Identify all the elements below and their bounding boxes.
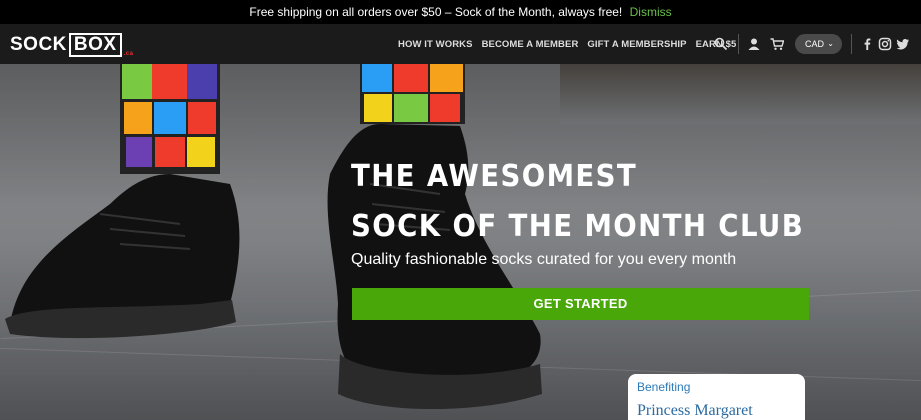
site-logo[interactable]: SOCK BOX .ca — [10, 33, 133, 57]
promo-bar: Free shipping on all orders over $50 – S… — [0, 0, 921, 24]
menu-gift-membership[interactable]: GIFT A MEMBERSHIP — [587, 39, 686, 50]
chevron-down-icon: ⌄ — [827, 39, 834, 48]
instagram-icon[interactable] — [878, 37, 892, 51]
logo-suffix: .ca — [123, 51, 134, 57]
benefit-name: Princess Margaret — [637, 402, 753, 419]
header-nav: SOCK BOX .ca HOW IT WORKS BECOME A MEMBE… — [0, 24, 921, 64]
account-icon[interactable] — [747, 37, 761, 51]
cart-icon[interactable] — [770, 37, 784, 51]
hero-title-line1: THE AWESOMEST — [351, 159, 638, 194]
benefit-card[interactable]: Benefiting Princess Margaret — [628, 374, 805, 420]
logo-text-box: BOX — [68, 33, 122, 57]
currency-select[interactable]: CAD ⌄ — [795, 34, 842, 54]
hero-title: THE AWESOMEST SOCK OF THE MONTH CLUB — [351, 152, 804, 252]
main-menu: HOW IT WORKS BECOME A MEMBER GIFT A MEMB… — [398, 24, 745, 64]
hero-title-line2: SOCK OF THE MONTH CLUB — [351, 209, 805, 244]
benefit-label: Benefiting — [637, 380, 691, 394]
menu-how-it-works[interactable]: HOW IT WORKS — [398, 39, 473, 50]
nav-divider — [851, 34, 852, 54]
hero-subtitle: Quality fashionable socks curated for yo… — [351, 251, 737, 268]
get-started-button[interactable]: GET STARTED — [352, 288, 809, 320]
logo-text-sock: SOCK — [10, 34, 67, 55]
facebook-icon[interactable] — [860, 37, 874, 51]
search-icon[interactable] — [714, 37, 728, 51]
twitter-icon[interactable] — [896, 37, 910, 51]
dismiss-link[interactable]: Dismiss — [630, 5, 672, 19]
hero-banner: THE AWESOMEST SOCK OF THE MONTH CLUB Qua… — [0, 64, 921, 420]
currency-value: CAD — [805, 39, 825, 49]
promo-message: Free shipping on all orders over $50 – S… — [249, 5, 623, 19]
nav-divider — [738, 34, 739, 54]
menu-become-member[interactable]: BECOME A MEMBER — [482, 39, 579, 50]
